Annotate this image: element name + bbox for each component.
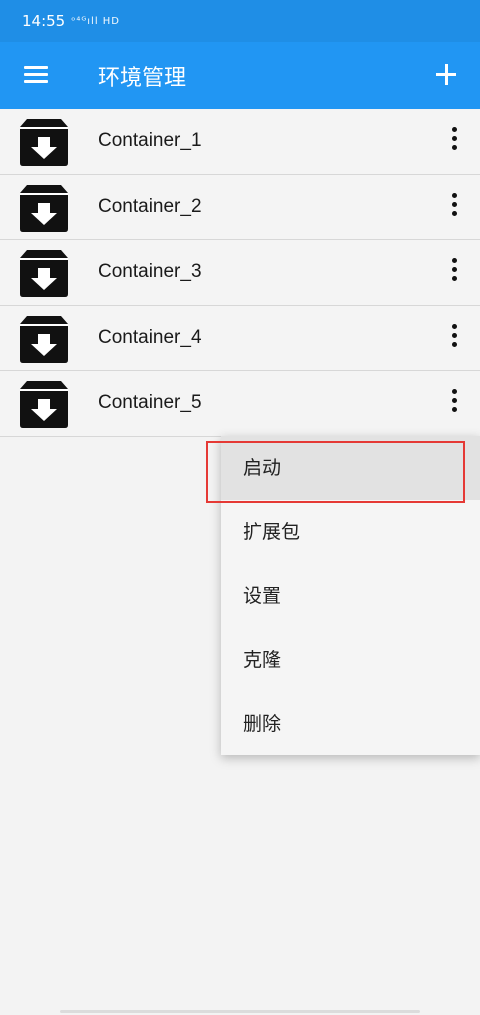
more-vert-icon[interactable] bbox=[442, 320, 466, 358]
list-item[interactable]: Container_1 bbox=[0, 109, 480, 175]
page-title: 环境管理 bbox=[98, 66, 187, 91]
gesture-bar bbox=[60, 1010, 420, 1013]
archive-download-icon bbox=[20, 315, 68, 363]
list-item[interactable]: Container_3 bbox=[0, 240, 480, 306]
archive-download-icon bbox=[20, 184, 68, 232]
container-name: Container_5 bbox=[98, 392, 202, 413]
hamburger-menu-icon[interactable] bbox=[22, 63, 52, 89]
app-bar: 环境管理 bbox=[0, 42, 480, 109]
more-vert-icon[interactable] bbox=[442, 189, 466, 227]
container-name: Container_3 bbox=[98, 261, 202, 282]
menu-item-delete[interactable]: 删除 bbox=[221, 692, 480, 756]
more-vert-icon[interactable] bbox=[442, 385, 466, 423]
archive-download-icon bbox=[20, 381, 68, 428]
list-item[interactable]: Container_5 bbox=[0, 371, 480, 437]
more-vert-icon[interactable] bbox=[442, 123, 466, 161]
status-time: 14:55 bbox=[22, 12, 66, 30]
container-name: Container_1 bbox=[98, 130, 202, 151]
archive-download-icon bbox=[20, 250, 68, 297]
archive-download-icon bbox=[20, 119, 68, 166]
status-bar: 14:55 ᵒ⁴ᴳıll HD bbox=[0, 0, 480, 42]
container-name: Container_4 bbox=[98, 326, 202, 348]
menu-item-extensions[interactable]: 扩展包 bbox=[221, 500, 480, 564]
context-menu: 启动 扩展包 设置 克隆 删除 bbox=[221, 436, 480, 755]
signal-indicator: ᵒ⁴ᴳıll HD bbox=[71, 15, 120, 27]
container-list: Container_1 Container_2 Container_3 Cont… bbox=[0, 109, 480, 437]
menu-item-settings[interactable]: 设置 bbox=[221, 564, 480, 628]
menu-item-clone[interactable]: 克隆 bbox=[221, 628, 480, 692]
more-vert-icon[interactable] bbox=[442, 254, 466, 292]
list-item[interactable]: Container_4 bbox=[0, 305, 480, 371]
add-icon[interactable] bbox=[428, 57, 464, 93]
menu-item-start[interactable]: 启动 bbox=[221, 436, 480, 500]
list-item[interactable]: Container_2 bbox=[0, 174, 480, 240]
container-name: Container_2 bbox=[98, 195, 202, 217]
